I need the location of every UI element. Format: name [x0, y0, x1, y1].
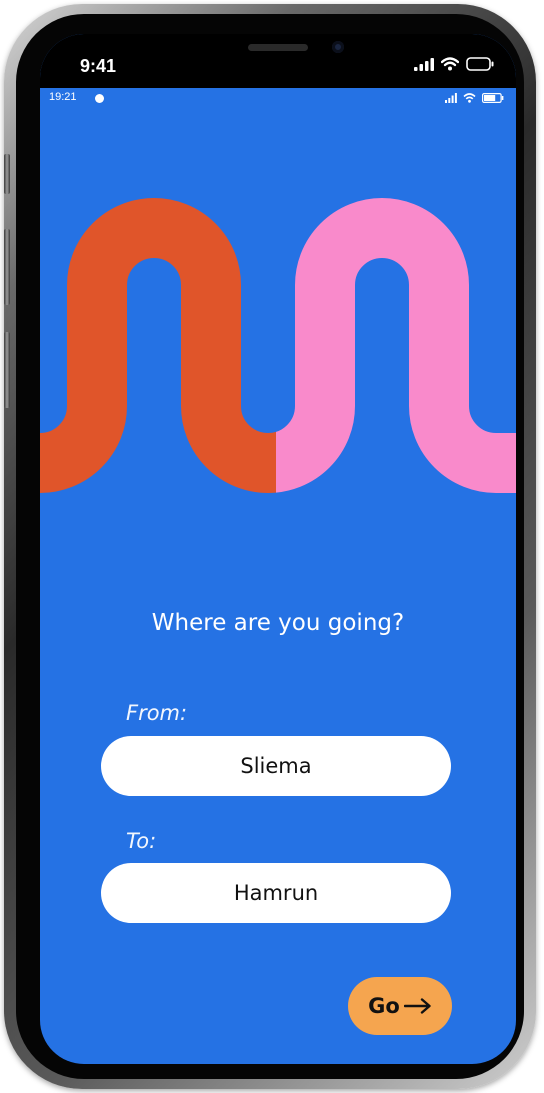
go-button-label: Go: [368, 994, 400, 1018]
from-label: From:: [126, 701, 188, 725]
to-label: To:: [126, 829, 157, 853]
mute-switch: [4, 154, 10, 194]
to-field[interactable]: [101, 863, 451, 923]
volume-down-button: [4, 332, 10, 408]
go-button[interactable]: Go: [348, 977, 452, 1035]
arrow-right-icon: [403, 998, 431, 1014]
volume-up-button: [4, 229, 10, 305]
app-screen: 9:41 19:21 Where are you going? From: Sl…: [40, 34, 516, 1064]
page-title: Where are you going?: [151, 610, 405, 636]
from-field[interactable]: [101, 736, 451, 796]
